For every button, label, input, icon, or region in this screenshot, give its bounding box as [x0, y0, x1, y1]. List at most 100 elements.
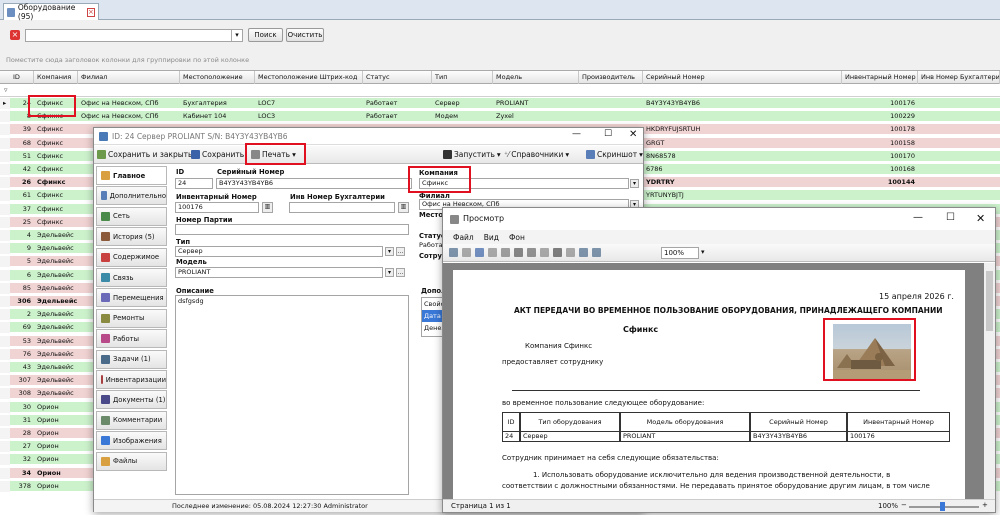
nav-item[interactable]: Изображения	[96, 431, 167, 451]
toolbar-tool-icon[interactable]	[501, 248, 510, 257]
maximize-icon[interactable]: ☐	[946, 212, 955, 223]
nav-item[interactable]: Главное	[96, 166, 167, 185]
references-button[interactable]: ⁺⁄ Справочники ▾	[504, 150, 569, 159]
filter-icon[interactable]: ▿	[4, 86, 8, 94]
id-field[interactable]: 24	[175, 178, 213, 189]
row-selector[interactable]	[0, 230, 10, 241]
nav-item[interactable]: Комментарии	[96, 410, 167, 430]
row-selector[interactable]	[0, 150, 10, 162]
model-field[interactable]: PROLIANT	[175, 267, 383, 278]
toolbar-tool-icon[interactable]	[449, 248, 458, 257]
screenshot-button[interactable]: Скриншот ▾	[586, 150, 643, 159]
run-button[interactable]: Запустить ▾	[443, 150, 501, 159]
nav-item[interactable]: История (5)	[96, 227, 167, 247]
zoom-slider-thumb[interactable]	[940, 502, 945, 511]
column-header[interactable]: Компания	[34, 71, 78, 84]
row-selector[interactable]	[0, 454, 10, 466]
minimize-icon[interactable]: —	[913, 212, 923, 223]
row-selector[interactable]	[0, 269, 10, 281]
row-selector[interactable]	[0, 362, 10, 373]
table-row[interactable]: 8 Сфинкс Офис на Невском, СПб Кабинет 104 LO…	[0, 111, 1000, 123]
column-header[interactable]: Тип	[432, 71, 493, 84]
nav-item[interactable]: Дополнительно	[96, 186, 167, 206]
row-selector[interactable]	[0, 348, 10, 360]
close-icon[interactable]: ✕	[976, 212, 985, 225]
row-selector[interactable]	[0, 111, 10, 123]
toolbar-tool-icon[interactable]	[514, 248, 523, 257]
serial-field[interactable]: B4Y3Y43YB4YB6	[216, 178, 412, 189]
column-header[interactable]: Местоположение	[180, 71, 255, 84]
toolbar-tool-icon[interactable]	[566, 248, 575, 257]
description-textarea[interactable]: dsfgsdg	[175, 295, 409, 495]
menu-background[interactable]: Фон	[509, 233, 525, 242]
zoom-out-icon[interactable]: −	[901, 501, 907, 509]
row-selector[interactable]	[0, 190, 10, 202]
row-selector[interactable]	[0, 256, 10, 268]
row-selector[interactable]	[0, 467, 10, 479]
row-selector[interactable]	[0, 216, 10, 228]
row-selector[interactable]	[0, 414, 10, 426]
column-header[interactable]: Инв Номер Бухгалтерии	[918, 71, 1000, 84]
accounting-number-field[interactable]	[289, 202, 395, 213]
nav-item[interactable]: Сеть	[96, 206, 167, 226]
row-selector[interactable]	[0, 177, 10, 189]
row-selector[interactable]	[0, 296, 10, 307]
nav-item[interactable]: Файлы	[96, 451, 167, 471]
nav-item[interactable]: Ремонты	[96, 308, 167, 328]
model-dropdown-icon[interactable]: ▾	[385, 268, 394, 277]
row-selector[interactable]	[0, 322, 10, 334]
preview-scrollbar[interactable]	[984, 263, 995, 499]
row-selector[interactable]	[0, 309, 10, 321]
row-selector[interactable]	[0, 243, 10, 255]
toolbar-tool-icon[interactable]	[540, 248, 549, 257]
menu-view[interactable]: Вид	[484, 233, 499, 242]
toolbar-tool-icon[interactable]	[488, 248, 497, 257]
column-header[interactable]: Филиал	[78, 71, 180, 84]
row-selector[interactable]	[0, 124, 10, 136]
filter-row[interactable]: ▿	[0, 84, 1000, 97]
minimize-icon[interactable]: —	[572, 129, 581, 139]
toolbar-tool-icon[interactable]	[592, 248, 601, 257]
zoom-dropdown-icon[interactable]: ▾	[701, 248, 705, 256]
row-selector[interactable]	[0, 480, 10, 492]
row-selector[interactable]	[0, 388, 10, 400]
nav-item[interactable]: Документы (1)	[96, 390, 167, 410]
zoom-input[interactable]: 100%	[661, 247, 699, 259]
row-selector[interactable]	[0, 282, 10, 294]
column-header[interactable]: ID	[10, 71, 34, 84]
search-dropdown-icon[interactable]: ▾	[231, 30, 242, 41]
nav-item[interactable]: Работы	[96, 329, 167, 349]
type-dropdown-icon[interactable]: ▾	[385, 247, 394, 256]
save-button[interactable]: Сохранить	[191, 150, 244, 159]
barcode-icon[interactable]: ▥	[398, 202, 409, 213]
zoom-in-icon[interactable]: +	[982, 501, 988, 509]
column-header[interactable]: Модель	[493, 71, 579, 84]
toolbar-tool-icon[interactable]	[553, 248, 562, 257]
row-selector[interactable]	[0, 203, 10, 215]
column-header[interactable]: Статус	[363, 71, 432, 84]
barcode-icon[interactable]: ▥	[262, 202, 273, 213]
scrollbar-thumb[interactable]	[986, 271, 993, 331]
tab-equipment[interactable]: Оборудование (95) ×	[3, 3, 99, 21]
model-more-icon[interactable]: …	[396, 268, 405, 277]
toolbar-tool-icon[interactable]	[462, 248, 471, 257]
clear-filter-icon[interactable]: ×	[10, 30, 20, 40]
row-selector[interactable]	[0, 441, 10, 453]
row-selector[interactable]	[0, 375, 10, 387]
clear-button[interactable]: Очистить	[286, 28, 324, 42]
search-button[interactable]: Поиск	[248, 28, 283, 42]
column-header[interactable]: Серийный Номер	[643, 71, 842, 84]
type-more-icon[interactable]: …	[396, 247, 405, 256]
party-field[interactable]	[175, 224, 409, 235]
nav-item[interactable]: Связь	[96, 268, 167, 287]
row-selector[interactable]	[0, 137, 10, 149]
toolbar-tool-icon[interactable]	[527, 248, 536, 257]
column-header[interactable]: Местоположение Штрих-код	[255, 71, 363, 84]
row-selector[interactable]	[0, 335, 10, 347]
nav-item[interactable]: Задачи (1)	[96, 349, 167, 369]
toolbar-tool-icon[interactable]	[475, 248, 484, 257]
nav-item[interactable]: Перемещения	[96, 288, 167, 308]
nav-item[interactable]: Инвентаризации	[96, 370, 167, 389]
row-selector[interactable]: ▸	[0, 98, 10, 109]
close-tab-icon[interactable]: ×	[86, 7, 96, 17]
